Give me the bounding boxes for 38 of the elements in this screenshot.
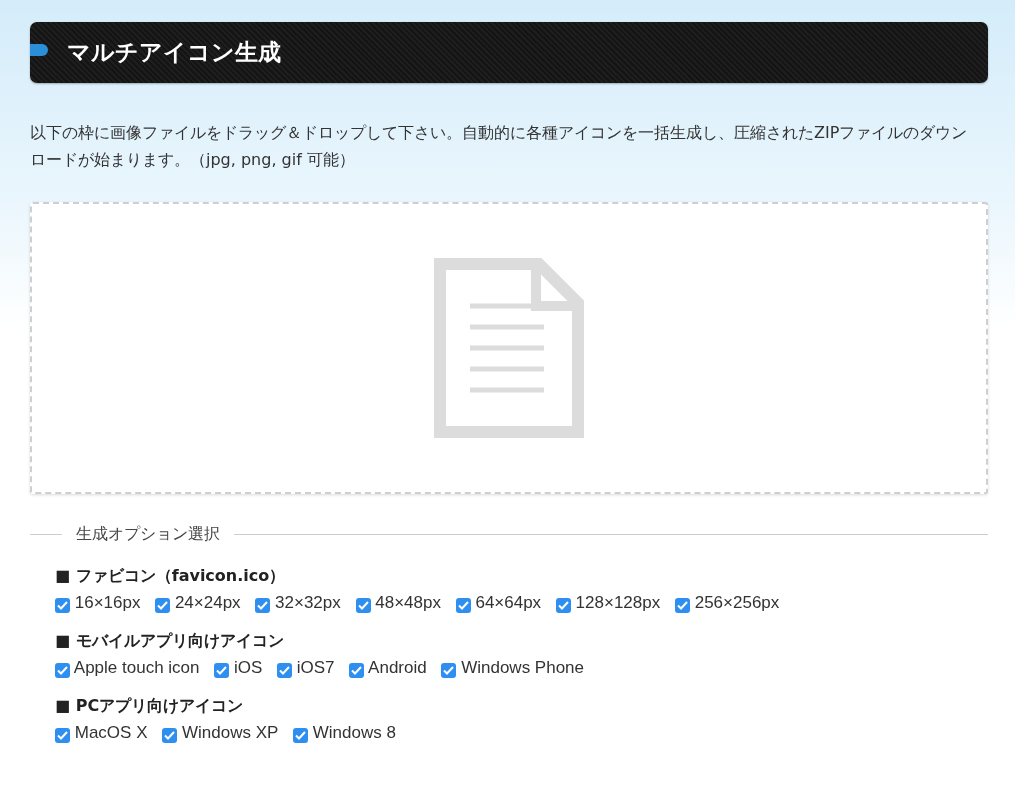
option-label: iOS7	[296, 658, 335, 677]
option-label: Android	[368, 658, 427, 677]
checkbox[interactable]	[162, 728, 178, 743]
option-label: Windows Phone	[461, 658, 585, 677]
checkbox[interactable]	[349, 663, 365, 678]
checkbox[interactable]	[155, 598, 171, 613]
option-label: 16×16px	[74, 593, 141, 612]
checkbox[interactable]	[255, 598, 271, 613]
option-label: 256×256px	[694, 593, 780, 612]
checkbox[interactable]	[674, 598, 690, 613]
option-label: 128×128px	[575, 593, 661, 612]
group-heading: ■ モバイルアプリ向けアイコン	[55, 630, 285, 652]
group-heading: ■ PCアプリ向けアイコン	[55, 695, 245, 717]
option-label: iOS	[233, 658, 263, 677]
checkbox[interactable]	[55, 663, 70, 678]
section-legend: 生成オプション選択	[62, 524, 234, 545]
group-heading: ■ ファビコン（favicon.ico）	[55, 565, 287, 587]
checkbox[interactable]	[441, 663, 457, 678]
option-label: 24×24px	[174, 593, 241, 612]
option-label: Windows 8	[312, 723, 396, 742]
option-label: 32×32px	[275, 593, 341, 612]
checkbox[interactable]	[55, 598, 70, 613]
checkbox[interactable]	[277, 663, 293, 678]
option-label: 48×48px	[375, 593, 441, 612]
option-label: 64×64px	[475, 593, 542, 612]
checkbox[interactable]	[355, 598, 371, 613]
page-title: マルチアイコン生成	[67, 38, 281, 67]
checkbox[interactable]	[55, 728, 70, 743]
checkbox[interactable]	[214, 663, 230, 678]
checkbox[interactable]	[455, 598, 471, 613]
header-tab-mark	[30, 44, 48, 56]
checkbox[interactable]	[293, 728, 309, 743]
option-label: Apple touch icon	[73, 658, 200, 677]
instructions-text: 以下の枠に画像ファイルをドラッグ＆ドロップして下さい。自動的に各種アイコンを一括生成し、圧縮されたZIPファイルのダウンロードが始まります。（jpg, png, gif 可能）	[30, 122, 969, 171]
option-label: Windows XP	[181, 723, 279, 742]
document-icon	[434, 258, 584, 438]
option-label: MacOS X	[74, 723, 148, 742]
checkbox[interactable]	[555, 598, 571, 613]
